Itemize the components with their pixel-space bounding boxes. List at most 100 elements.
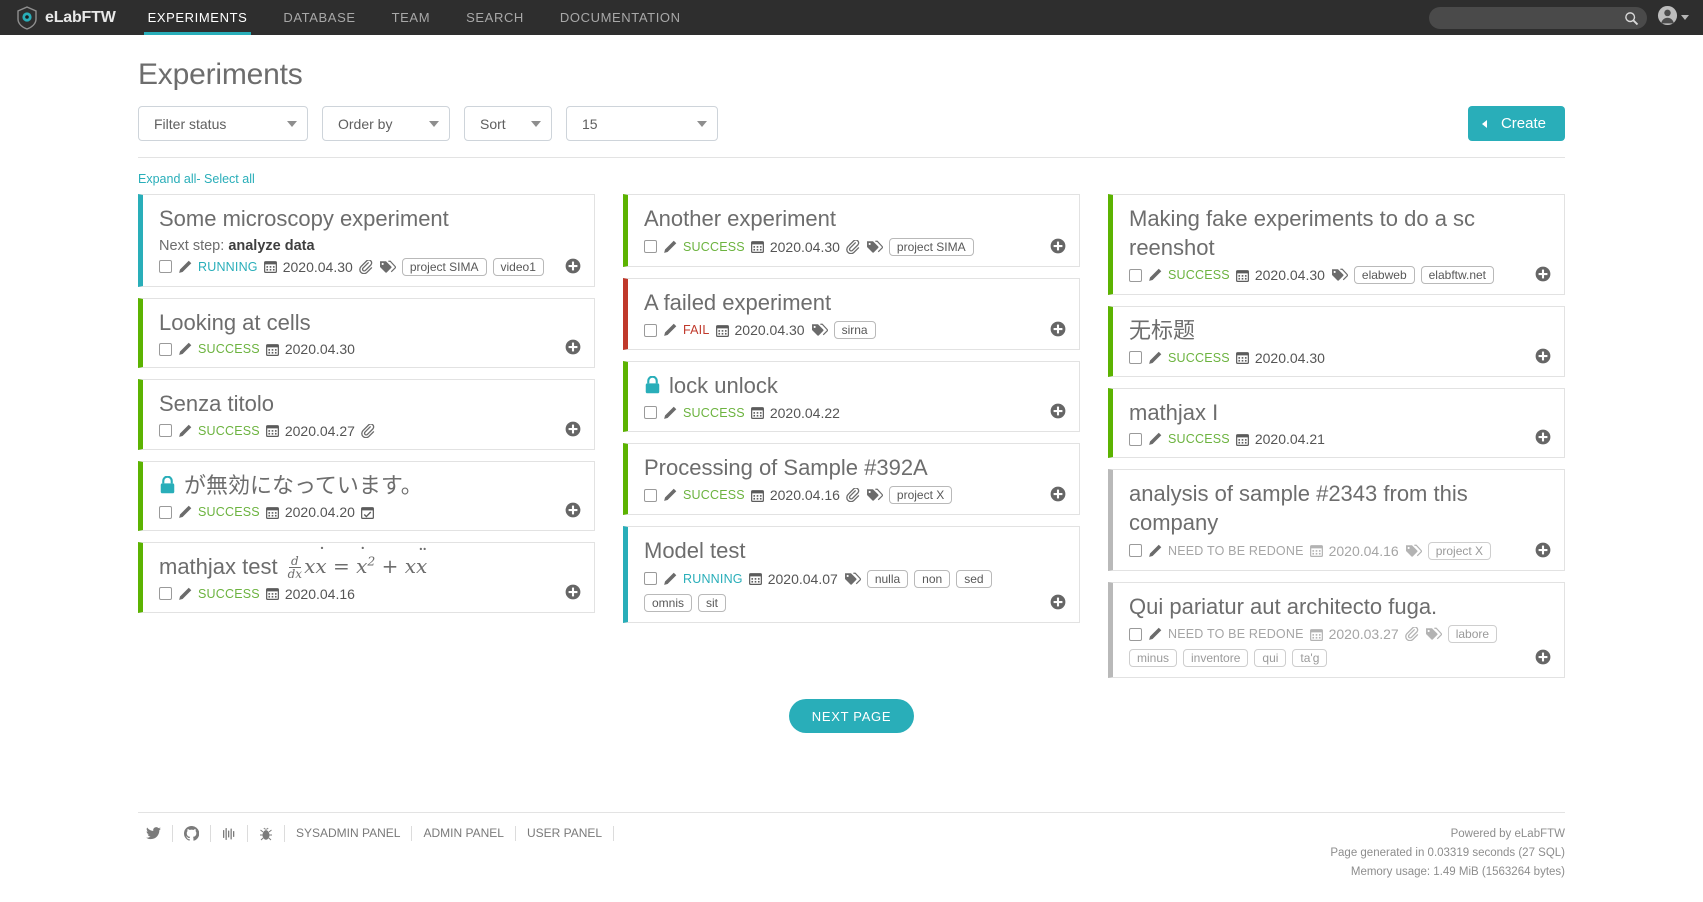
brand-logo-area[interactable]: eLabFTW	[0, 0, 130, 35]
experiment-title[interactable]: Looking at cells	[159, 309, 580, 338]
experiment-card[interactable]: Looking at cells SUCCESS 2020.04.30	[138, 298, 595, 369]
expand-card-button[interactable]	[1050, 486, 1066, 502]
tag-pill[interactable]: minus	[1129, 649, 1177, 667]
select-checkbox[interactable]	[644, 240, 657, 253]
edit-pencil-icon[interactable]	[663, 240, 677, 254]
experiment-card[interactable]: mathjax I SUCCESS 2020.04.21	[1108, 388, 1565, 459]
create-button[interactable]: Create	[1468, 106, 1565, 141]
select-checkbox[interactable]	[159, 506, 172, 519]
expand-card-button[interactable]	[1050, 403, 1066, 419]
edit-pencil-icon[interactable]	[663, 488, 677, 502]
user-panel-link[interactable]: USER PANEL	[516, 826, 614, 841]
expand-card-button[interactable]	[565, 421, 581, 437]
bug-icon[interactable]	[248, 825, 285, 842]
select-checkbox[interactable]	[1129, 269, 1142, 282]
tag-pill[interactable]: elabftw.net	[1421, 266, 1494, 284]
expand-card-button[interactable]	[1050, 238, 1066, 254]
edit-pencil-icon[interactable]	[1148, 351, 1162, 365]
sysadmin-panel-link[interactable]: SYSADMIN PANEL	[285, 826, 412, 841]
tag-pill[interactable]: qui	[1254, 649, 1286, 667]
experiment-card[interactable]: Making fake experiments to do a sc reens…	[1108, 194, 1565, 295]
experiment-title[interactable]: lock unlock	[644, 372, 1065, 401]
expand-card-button[interactable]	[565, 584, 581, 600]
expand-card-button[interactable]	[1535, 348, 1551, 364]
search-icon[interactable]	[1624, 11, 1639, 31]
select-checkbox[interactable]	[644, 406, 657, 419]
experiment-card[interactable]: Senza titolo SUCCESS 2020.04.27	[138, 379, 595, 450]
admin-panel-link[interactable]: ADMIN PANEL	[412, 826, 515, 841]
tag-pill[interactable]: elabweb	[1354, 266, 1415, 284]
select-checkbox[interactable]	[644, 489, 657, 502]
tag-pill[interactable]: project X	[1428, 542, 1491, 560]
expand-card-button[interactable]	[1535, 649, 1551, 665]
experiment-title[interactable]: Processing of Sample #392A	[644, 454, 1065, 483]
tag-pill[interactable]: sirna	[834, 321, 876, 339]
select-checkbox[interactable]	[644, 572, 657, 585]
filter-status-select[interactable]: Filter status	[138, 106, 308, 141]
twitter-icon[interactable]	[138, 825, 173, 842]
experiment-card[interactable]: Processing of Sample #392A SUCCESS 2020.…	[623, 443, 1080, 516]
experiment-card[interactable]: A failed experiment FAIL 2020.04.30 sirn…	[623, 278, 1080, 351]
tag-pill[interactable]: project SIMA	[402, 258, 487, 276]
limit-select[interactable]: 15	[566, 106, 718, 141]
experiment-card[interactable]: Another experiment SUCCESS 2020.04.30 pr…	[623, 194, 1080, 267]
experiment-title[interactable]: Another experiment	[644, 205, 1065, 234]
experiment-card[interactable]: が無効になっています。 SUCCESS 2020.04.20	[138, 461, 595, 532]
edit-pencil-icon[interactable]	[178, 587, 192, 601]
expand-card-button[interactable]	[1050, 321, 1066, 337]
edit-pencil-icon[interactable]	[178, 424, 192, 438]
experiment-title[interactable]: 无标题	[1129, 317, 1550, 346]
github-icon[interactable]	[173, 825, 211, 842]
experiment-title[interactable]: A failed experiment	[644, 289, 1065, 318]
select-checkbox[interactable]	[159, 260, 172, 273]
experiment-title[interactable]: analysis of sample #2343 from this compa…	[1129, 480, 1550, 537]
experiment-title[interactable]: mathjax testddxxx = x2 + xx	[159, 553, 580, 582]
select-checkbox[interactable]	[1129, 433, 1142, 446]
search-box[interactable]	[1429, 7, 1647, 29]
tag-pill[interactable]: omnis	[644, 594, 692, 612]
experiment-card[interactable]: analysis of sample #2343 from this compa…	[1108, 469, 1565, 570]
experiment-title[interactable]: Some microscopy experiment	[159, 205, 580, 234]
tag-pill[interactable]: labore	[1448, 625, 1497, 643]
experiment-card[interactable]: mathjax testddxxx = x2 + xx SUCCESS 2020…	[138, 542, 595, 613]
edit-pencil-icon[interactable]	[1148, 627, 1162, 641]
experiment-title[interactable]: Making fake experiments to do a sc reens…	[1129, 205, 1550, 262]
experiment-title[interactable]: が無効になっています。	[159, 472, 580, 501]
edit-pencil-icon[interactable]	[178, 342, 192, 356]
select-all-link[interactable]: Select all	[204, 172, 255, 186]
edit-pencil-icon[interactable]	[1148, 544, 1162, 558]
select-checkbox[interactable]	[159, 343, 172, 356]
edit-pencil-icon[interactable]	[178, 505, 192, 519]
expand-all-link[interactable]: Expand all	[138, 172, 196, 186]
lock-icon[interactable]	[644, 376, 661, 395]
tag-pill[interactable]: ta'g	[1292, 649, 1327, 667]
edit-pencil-icon[interactable]	[178, 260, 192, 274]
edit-pencil-icon[interactable]	[663, 406, 677, 420]
next-page-button[interactable]: NEXT PAGE	[789, 699, 915, 733]
chat-icon[interactable]	[211, 825, 248, 842]
expand-card-button[interactable]	[1535, 429, 1551, 445]
tag-pill[interactable]: sit	[698, 594, 726, 612]
tag-pill[interactable]: non	[914, 570, 950, 588]
search-input[interactable]	[1429, 7, 1647, 29]
lock-icon[interactable]	[159, 476, 176, 495]
expand-card-button[interactable]	[565, 339, 581, 355]
experiment-card[interactable]: lock unlock SUCCESS 2020.04.22	[623, 361, 1080, 432]
nav-link-database[interactable]: DATABASE	[265, 0, 373, 35]
nav-link-search[interactable]: SEARCH	[448, 0, 542, 35]
experiment-title[interactable]: Senza titolo	[159, 390, 580, 419]
edit-pencil-icon[interactable]	[663, 323, 677, 337]
tag-pill[interactable]: project SIMA	[889, 238, 974, 256]
expand-card-button[interactable]	[1050, 594, 1066, 610]
user-menu[interactable]	[1657, 5, 1689, 31]
experiment-title[interactable]: mathjax I	[1129, 399, 1550, 428]
edit-pencil-icon[interactable]	[1148, 432, 1162, 446]
select-checkbox[interactable]	[159, 587, 172, 600]
expand-card-button[interactable]	[1535, 266, 1551, 282]
expand-card-button[interactable]	[565, 258, 581, 274]
expand-card-button[interactable]	[565, 502, 581, 518]
tag-pill[interactable]: inventore	[1183, 649, 1248, 667]
tag-pill[interactable]: project X	[889, 486, 952, 504]
edit-pencil-icon[interactable]	[663, 572, 677, 586]
experiment-title[interactable]: Qui pariatur aut architecto fuga.	[1129, 593, 1550, 622]
